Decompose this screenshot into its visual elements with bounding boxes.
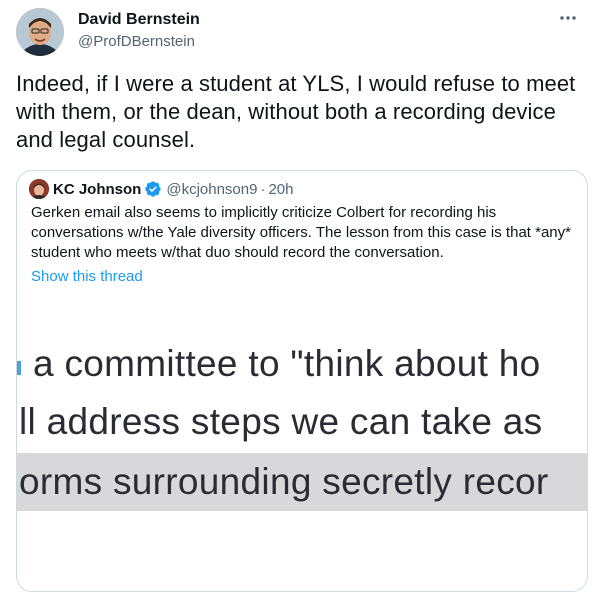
quoted-author-name[interactable]: KC Johnson (53, 181, 141, 198)
quoted-author-avatar[interactable] (29, 179, 49, 199)
image-text-line: a committee to "think about ho (33, 343, 541, 384)
author-name[interactable]: David Bernstein (78, 10, 200, 30)
author-avatar[interactable] (16, 8, 64, 56)
tweet-text: Indeed, if I were a student at YLS, I wo… (16, 71, 576, 152)
verified-badge-icon (144, 180, 162, 198)
quoted-media-image[interactable]: a committee to "think about ho ll addres… (17, 301, 587, 591)
more-horizontal-icon (560, 16, 576, 20)
quoted-avatar-image (29, 179, 49, 199)
more-options-button[interactable] (556, 6, 580, 30)
author-handle[interactable]: @ProfDBernstein (78, 32, 200, 52)
author-info: David Bernstein @ProfDBernstein (78, 10, 200, 52)
quoted-timestamp[interactable]: 20h (268, 181, 293, 198)
image-text-line: ll address steps we can take as (19, 401, 543, 442)
separator-dot: · (260, 180, 266, 198)
author-avatar-image (16, 8, 64, 56)
image-text-line-highlighted: orms surrounding secretly recor (17, 453, 587, 511)
quoted-author-handle[interactable]: @kcjohnson9 (166, 181, 257, 198)
quoted-tweet[interactable]: KC Johnson @kcjohnson9 · 20h Gerken emai… (16, 170, 588, 592)
quoted-tweet-header: KC Johnson @kcjohnson9 · 20h (29, 179, 294, 199)
show-thread-link[interactable]: Show this thread (31, 267, 143, 287)
quoted-tweet-text: Gerken email also seems to implicitly cr… (31, 204, 571, 261)
tweet-card: David Bernstein @ProfDBernstein Indeed, … (0, 0, 596, 600)
